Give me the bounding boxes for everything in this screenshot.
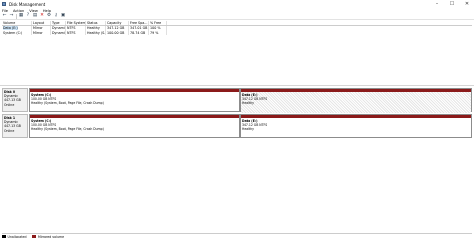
partition-system-c[interactable]: System (C:) 100.00 GB NTFS Healthy (Syst… bbox=[29, 88, 240, 112]
legend-mirrored: Mirrored volume bbox=[37, 234, 65, 239]
disk-management-icon bbox=[2, 2, 6, 6]
col-capacity[interactable]: Capacity bbox=[106, 21, 129, 25]
volume-pct-free: 79 % bbox=[149, 30, 167, 35]
volume-fs: NTFS bbox=[66, 30, 86, 35]
settings-icon[interactable]: ⚙ bbox=[47, 14, 52, 19]
maximize-icon[interactable]: ☐ bbox=[445, 0, 459, 8]
list-icon[interactable]: ▤ bbox=[33, 14, 38, 19]
col-file-system[interactable]: File System bbox=[66, 21, 86, 25]
partition-status: Healthy (System, Boot, Page File, Crash … bbox=[31, 101, 104, 105]
volume-free: 78.74 GB bbox=[129, 30, 149, 35]
disk-status: Online bbox=[4, 128, 15, 133]
col-free-space[interactable]: Free Spa... bbox=[129, 21, 149, 25]
col-layout[interactable]: Layout bbox=[32, 21, 51, 25]
close-icon[interactable]: ✕ bbox=[460, 0, 474, 8]
partition-status: Healthy bbox=[242, 101, 254, 105]
disk-0-info[interactable]: Disk 0 Dynamic 447.13 GB Online bbox=[2, 88, 28, 112]
details-icon[interactable]: ▦ bbox=[19, 14, 24, 19]
title-bar: Disk Management – ☐ ✕ bbox=[0, 0, 474, 8]
window-title: Disk Management bbox=[9, 1, 46, 7]
toolbar-separator bbox=[16, 14, 17, 19]
partition-data-e[interactable]: Data (E:) 347.12 GB NTFS Healthy bbox=[240, 88, 472, 113]
legend: Unallocated Mirrored volume bbox=[2, 233, 472, 239]
back-icon[interactable]: ← bbox=[2, 14, 7, 19]
partition-status: Healthy (System, Boot, Page File, Crash … bbox=[31, 127, 104, 131]
key-icon[interactable]: ⚷ bbox=[54, 14, 59, 19]
volume-name: System (C:) bbox=[3, 30, 23, 35]
volume-status: Healthy (S... bbox=[87, 30, 106, 35]
help-icon[interactable]: ? bbox=[26, 14, 31, 19]
disk-1-info[interactable]: Disk 1 Dynamic 447.13 GB Online bbox=[2, 114, 28, 138]
unallocated-swatch bbox=[2, 235, 6, 238]
legend-unallocated: Unallocated bbox=[7, 234, 27, 239]
volume-type: Dynamic bbox=[52, 30, 66, 35]
volume-list: Volume Layout Type File System Status Ca… bbox=[2, 21, 472, 35]
volume-row[interactable]: System (C:) Mirror Dynamic NTFS Healthy … bbox=[2, 30, 472, 35]
forward-icon[interactable]: → bbox=[9, 14, 14, 19]
col-percent-free[interactable]: % Free bbox=[149, 21, 167, 25]
volume-layout: Mirror bbox=[32, 30, 51, 35]
properties-icon[interactable]: ▣ bbox=[61, 14, 66, 19]
col-volume[interactable]: Volume bbox=[2, 21, 32, 25]
volume-capacity: 100.00 GB bbox=[106, 30, 129, 35]
disk-status: Online bbox=[4, 102, 15, 107]
pane-splitter[interactable] bbox=[0, 85, 474, 86]
mirrored-swatch bbox=[32, 235, 37, 238]
partition-data-e[interactable]: Data (E:) 347.12 GB NTFS Healthy bbox=[240, 114, 472, 138]
disk-1-row: Disk 1 Dynamic 447.13 GB Online System (… bbox=[2, 114, 472, 138]
col-type[interactable]: Type bbox=[51, 21, 66, 25]
partition-system-c[interactable]: System (C:) 100.00 GB NTFS Healthy (Syst… bbox=[29, 114, 240, 138]
partition-status: Healthy bbox=[242, 127, 254, 131]
minimize-icon[interactable]: – bbox=[430, 0, 444, 8]
delete-icon[interactable]: ✕ bbox=[40, 14, 45, 19]
toolbar: ← → ▦ ? ▤ ✕ ⚙ ⚷ ▣ bbox=[0, 14, 474, 20]
col-status[interactable]: Status bbox=[86, 21, 106, 25]
disk-0-row: Disk 0 Dynamic 447.13 GB Online System (… bbox=[2, 88, 472, 113]
